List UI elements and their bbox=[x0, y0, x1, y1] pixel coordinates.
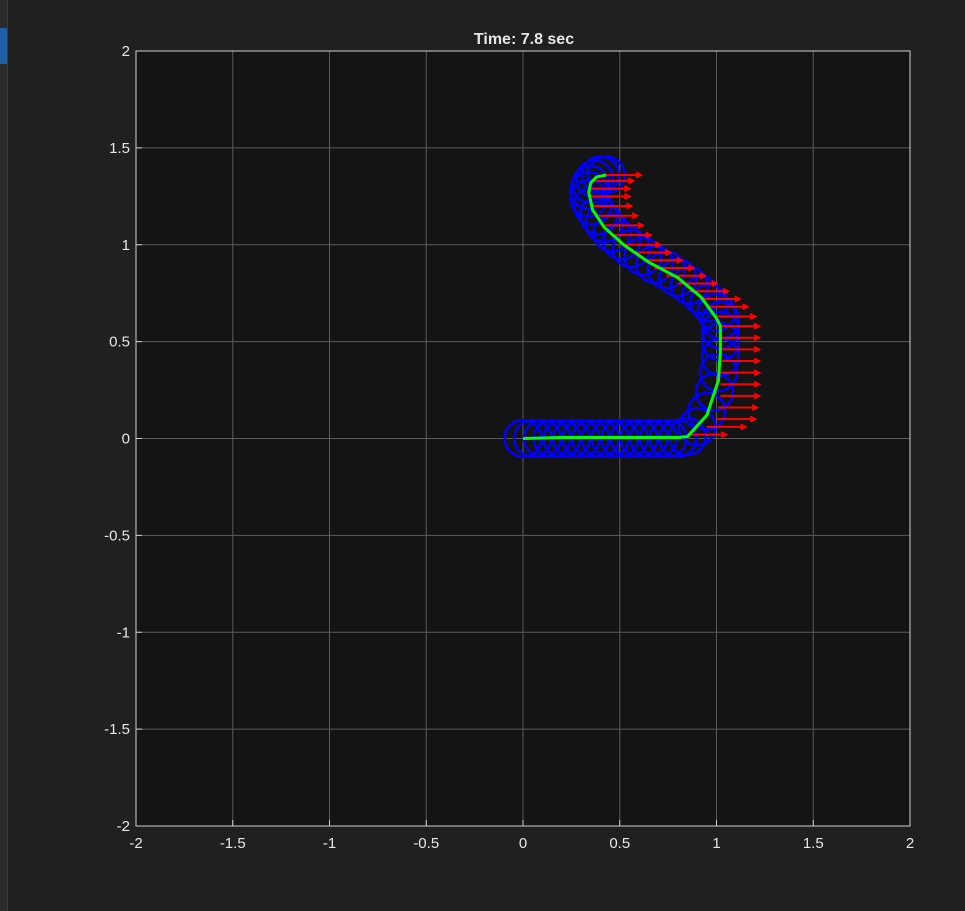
figure-canvas: -2 -1.5 -1 -0.5 0 0.5 1 1.5 2 2 1.5 1 0.5 0 -0.5 -1 -1.5… bbox=[104, 31, 914, 852]
x-tick-label: 1 bbox=[712, 835, 720, 852]
y-tick-label: -1 bbox=[117, 624, 130, 641]
y-tick-label: 0.5 bbox=[109, 334, 130, 351]
y-tick-label: 1 bbox=[122, 237, 130, 254]
y-tick-label: -1.5 bbox=[104, 721, 130, 738]
figure-title: Time: 7.8 sec bbox=[474, 31, 574, 48]
x-tick-label: -0.5 bbox=[413, 835, 439, 852]
x-tick-label: 0.5 bbox=[609, 835, 630, 852]
y-tick-label: 0 bbox=[122, 431, 130, 448]
x-tick-label: -1.5 bbox=[220, 835, 246, 852]
y-tick-label: 2 bbox=[122, 43, 130, 60]
y-tick-label: -2 bbox=[117, 818, 130, 835]
y-tick-label: -0.5 bbox=[104, 527, 130, 544]
y-tick-label: 1.5 bbox=[109, 140, 130, 157]
x-tick-label: 1.5 bbox=[803, 835, 824, 852]
x-tick-label: -2 bbox=[129, 835, 142, 852]
x-tick-label: -1 bbox=[323, 835, 336, 852]
x-tick-label: 0 bbox=[519, 835, 527, 852]
x-tick-label: 2 bbox=[906, 835, 914, 852]
